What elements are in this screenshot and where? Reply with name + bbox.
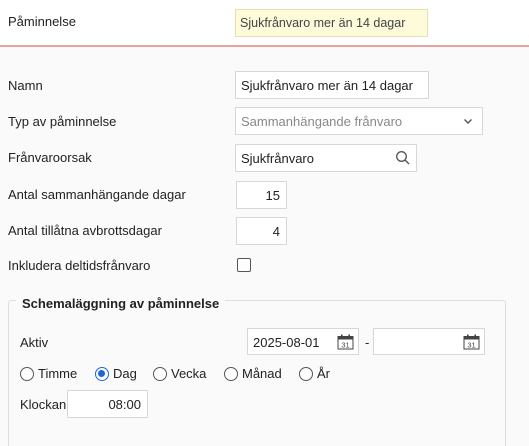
radio-year[interactable] xyxy=(299,366,313,381)
allowed-break-days-label: Antal tillåtna avbrottsdagar xyxy=(8,223,162,238)
radio-hour[interactable] xyxy=(20,366,34,381)
interval-label-year: År xyxy=(317,366,330,381)
interval-option-month[interactable]: Månad xyxy=(224,366,282,381)
reason-label: Frånvaroorsak xyxy=(8,150,92,165)
radio-day[interactable] xyxy=(95,366,109,381)
calendar-day-text: 31 xyxy=(341,341,349,350)
interval-option-year[interactable]: År xyxy=(299,366,330,381)
chevron-down-icon xyxy=(464,119,472,124)
interval-option-week[interactable]: Vecka xyxy=(153,366,206,381)
include-part-time-label: Inkludera deltidsfrånvaro xyxy=(8,258,151,273)
interval-option-day[interactable]: Dag xyxy=(95,366,137,381)
reason-value: Sjukfrånvaro xyxy=(241,151,314,166)
calendar-icon[interactable]: 31 xyxy=(463,334,480,350)
radio-month[interactable] xyxy=(224,366,238,381)
type-label: Typ av påminnelse xyxy=(8,114,117,129)
interval-label-day: Dag xyxy=(113,366,137,381)
time-input[interactable] xyxy=(67,390,148,418)
name-input[interactable] xyxy=(235,71,429,99)
reminder-header: Påminnelse Sjukfrånvaro mer än 14 dagar xyxy=(0,0,529,46)
schedule-legend: Schemaläggning av påminnelse xyxy=(16,296,226,311)
include-part-time-checkbox[interactable] xyxy=(237,258,251,272)
interval-label-week: Vecka xyxy=(171,366,207,381)
start-date-value: 2025-08-01 xyxy=(253,335,320,350)
calendar-icon[interactable]: 31 xyxy=(337,334,354,350)
type-select[interactable]: Sammanhängande frånvaro xyxy=(235,107,483,135)
time-label: Klockan xyxy=(20,397,67,412)
search-icon[interactable] xyxy=(395,150,411,166)
reason-search-field[interactable]: Sjukfrånvaro xyxy=(235,144,417,172)
allowed-break-days-input[interactable] xyxy=(236,217,287,245)
header-label: Påminnelse xyxy=(8,14,76,29)
consecutive-days-label: Antal sammanhängande dagar xyxy=(8,187,186,202)
start-date-input[interactable]: 2025-08-01 31 xyxy=(247,328,359,355)
end-date-input[interactable]: 31 xyxy=(373,328,485,355)
date-range-separator: - xyxy=(365,335,370,350)
calendar-day-text: 31 xyxy=(467,341,475,350)
consecutive-days-input[interactable] xyxy=(236,181,287,209)
interval-label-hour: Timme xyxy=(38,366,78,381)
name-label: Namn xyxy=(8,78,43,93)
active-label: Aktiv xyxy=(20,335,49,350)
header-reminder-name: Sjukfrånvaro mer än 14 dagar xyxy=(235,9,428,37)
interval-label-month: Månad xyxy=(242,366,282,381)
interval-option-hour[interactable]: Timme xyxy=(20,366,77,381)
type-select-value: Sammanhängande frånvaro xyxy=(241,114,403,129)
radio-week[interactable] xyxy=(153,366,167,381)
